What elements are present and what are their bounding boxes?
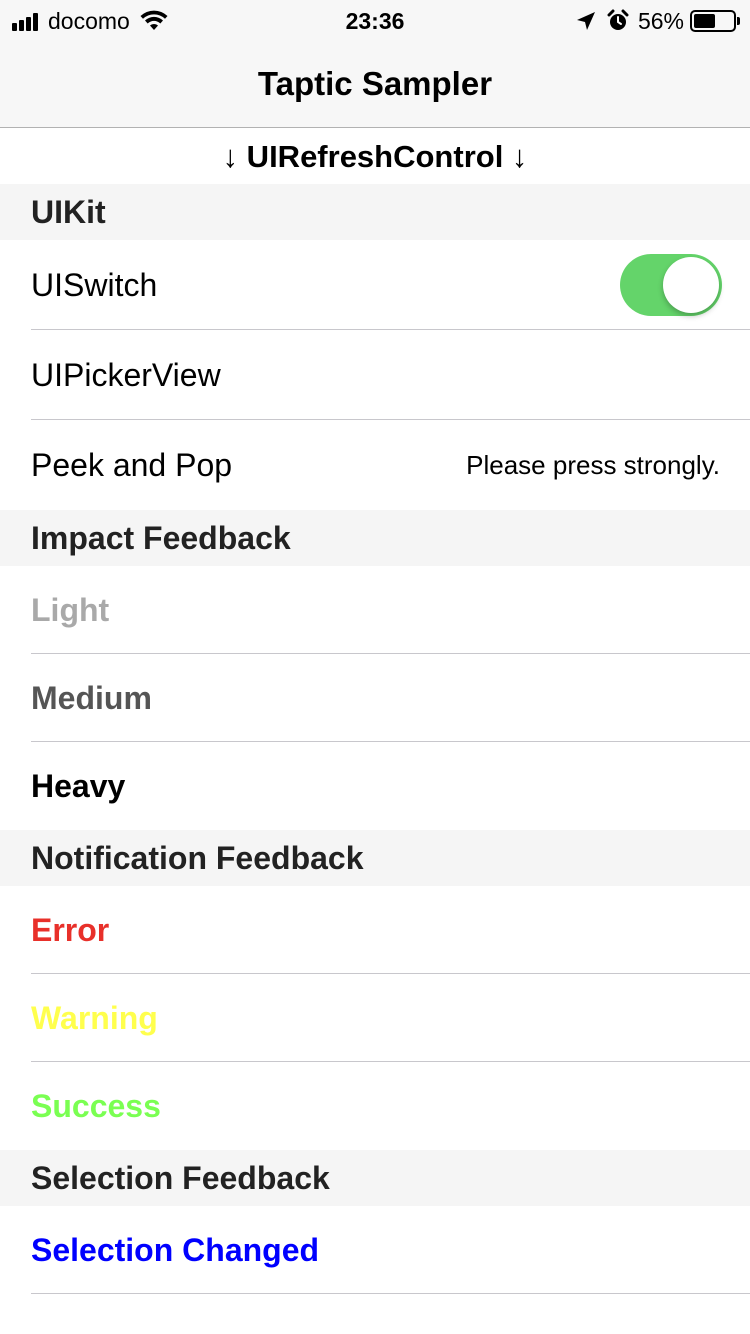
notification-error-label: Error (31, 911, 110, 948)
peek-and-pop-label: Peek and Pop (31, 446, 233, 483)
section-header-uikit: UIKit (0, 184, 750, 240)
alarm-clock-icon (607, 9, 629, 30)
section-header-selection: Selection Feedback (0, 1150, 750, 1206)
notification-warning-label: Warning (31, 999, 158, 1036)
notification-warning-row[interactable]: Warning (0, 974, 750, 1062)
notification-success-row[interactable]: Success (0, 1062, 750, 1150)
section-header-impact: Impact Feedback (0, 510, 750, 566)
uiswitch-toggle[interactable] (620, 254, 722, 316)
selection-changed-row[interactable]: Selection Changed (0, 1206, 750, 1294)
carrier-label: docomo (48, 7, 130, 34)
battery-icon (690, 10, 740, 32)
signal-bars-icon (12, 11, 40, 31)
uiswitch-row: UISwitch (0, 240, 750, 330)
impact-heavy-label: Heavy (31, 767, 126, 804)
page-title: Taptic Sampler (257, 64, 493, 102)
status-right: 56% (576, 6, 740, 36)
section-header-notification: Notification Feedback (0, 830, 750, 886)
impact-light-label: Light (31, 591, 110, 628)
wifi-icon (140, 10, 168, 30)
battery-percent: 56% (637, 7, 684, 34)
battery-fill (694, 14, 715, 28)
impact-heavy-row[interactable]: Heavy (0, 742, 750, 830)
notification-success-label: Success (31, 1087, 161, 1124)
refresh-control-hint[interactable]: ↓ UIRefreshControl ↓ (0, 129, 750, 184)
impact-light-row[interactable]: Light (0, 566, 750, 654)
status-left: docomo (12, 6, 168, 36)
uipickerview-row[interactable]: UIPickerView (0, 330, 750, 420)
location-arrow-icon (576, 12, 595, 30)
uiswitch-label: UISwitch (31, 266, 158, 303)
status-bar: docomo 23:36 56% (0, 0, 750, 40)
impact-medium-label: Medium (31, 679, 152, 716)
impact-medium-row[interactable]: Medium (0, 654, 750, 742)
peek-and-pop-row[interactable]: Peek and Pop Please press strongly. (0, 420, 750, 510)
toggle-knob (663, 257, 719, 313)
selection-changed-label: Selection Changed (31, 1231, 320, 1268)
peek-and-pop-detail: Please press strongly. (466, 449, 720, 480)
navigation-bar: Taptic Sampler (0, 40, 750, 128)
uipickerview-label: UIPickerView (31, 356, 221, 393)
notification-error-row[interactable]: Error (0, 886, 750, 974)
